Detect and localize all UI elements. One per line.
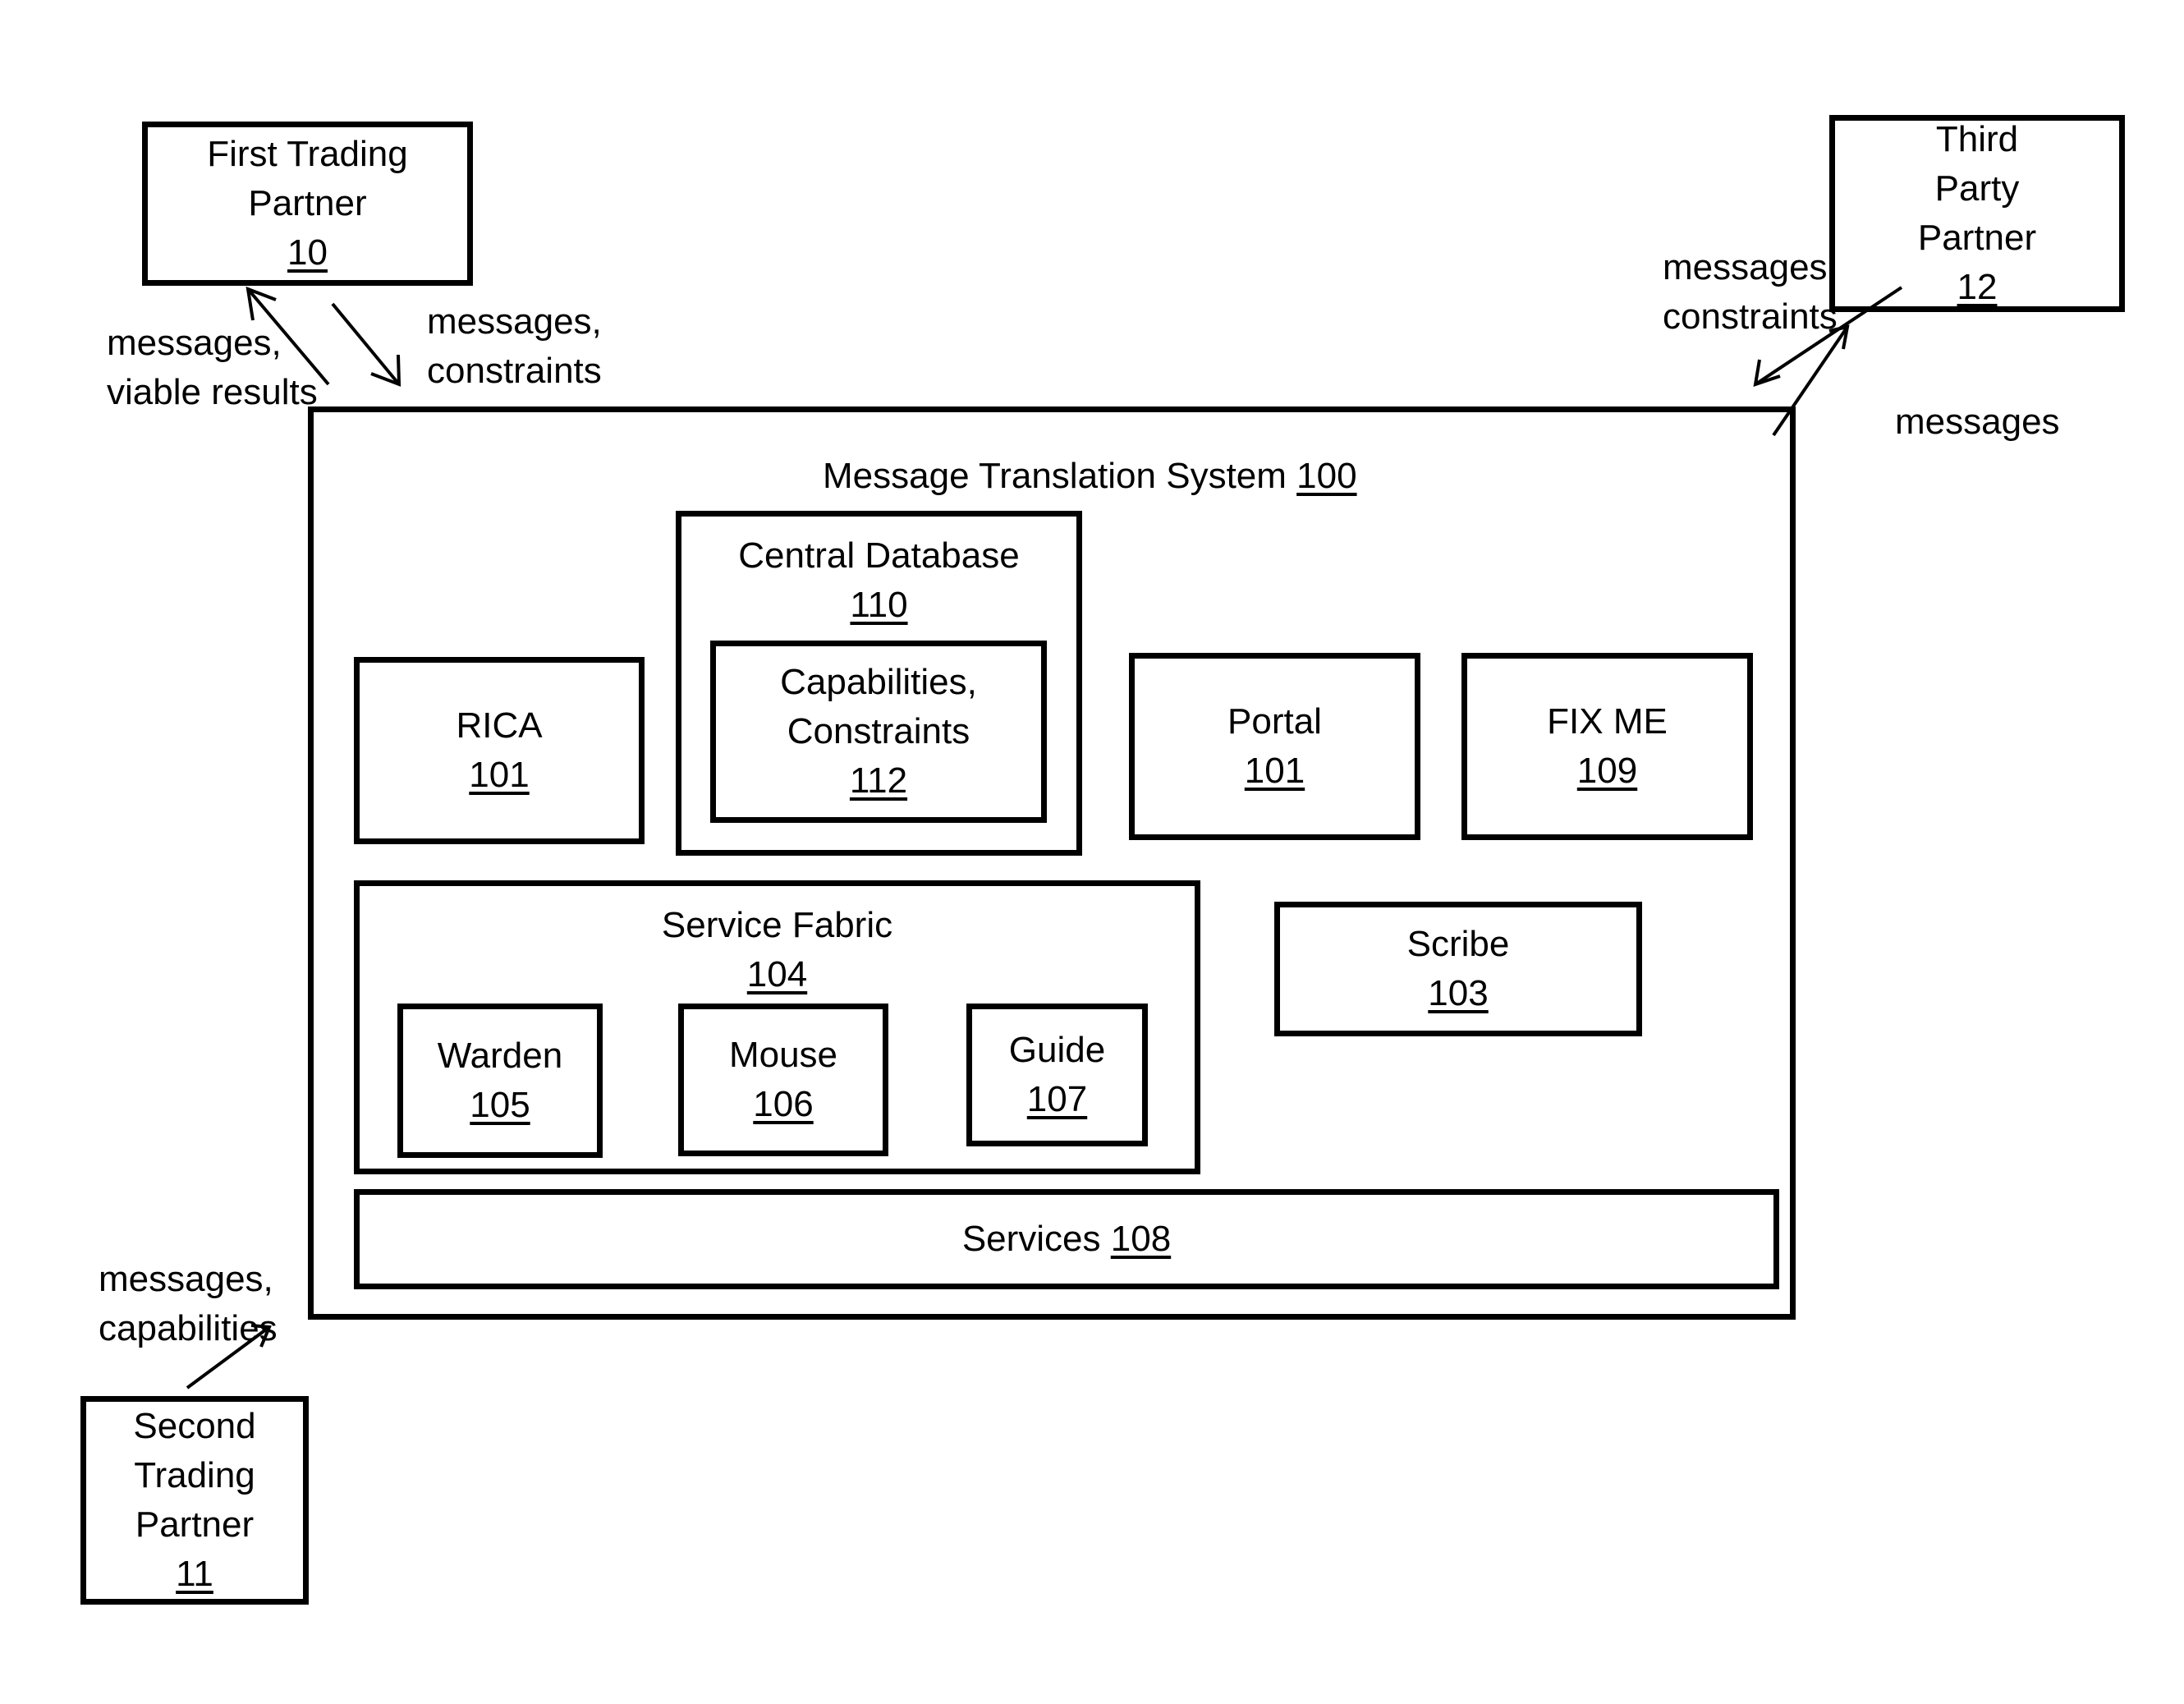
scribe-label: Scribe — [1406, 924, 1510, 964]
flow-label-line: constraints — [1663, 296, 1838, 337]
second-trading-partner-label-line2: Trading — [134, 1455, 255, 1495]
system-title-text: Message Translation System — [823, 456, 1287, 496]
central-database-ref: 110 — [850, 585, 908, 625]
fix-me-ref: 109 — [1576, 751, 1638, 791]
mouse-box[interactable]: Mouse 106 — [678, 1004, 888, 1156]
service-fabric-ref: 104 — [746, 954, 808, 994]
flow-label-line: viable results — [107, 372, 318, 412]
capabilities-constraints-ref: 112 — [849, 760, 908, 801]
second-trading-partner-ref: 11 — [176, 1554, 213, 1594]
rica-label: RICA — [456, 705, 543, 746]
services-label-row: Services 108 — [962, 1215, 1171, 1264]
rica-box[interactable]: RICA 101 — [354, 657, 645, 844]
fix-me-box[interactable]: FIX ME 109 — [1461, 653, 1753, 840]
flow-label-line: messages, — [107, 323, 282, 363]
fix-me-label: FIX ME — [1547, 701, 1668, 742]
capabilities-constraints-label-line2: Constraints — [787, 711, 970, 751]
flow-label-line: messages, — [427, 301, 602, 342]
services-box[interactable]: Services 108 — [354, 1189, 1779, 1289]
first-trading-partner-box[interactable]: First Trading Partner 10 — [142, 122, 473, 286]
flow-label-system-to-third: messages — [1895, 397, 2060, 447]
flow-label-third-to-system: messages, constraints — [1663, 243, 1838, 342]
flow-label-system-to-first: messages, viable results — [107, 319, 318, 417]
first-trading-partner-label-line1: First Trading — [207, 134, 408, 174]
mouse-label: Mouse — [728, 1035, 838, 1075]
third-party-partner-label-line3: Partner — [1917, 218, 2037, 258]
portal-box[interactable]: Portal 101 — [1129, 653, 1420, 840]
scribe-ref: 103 — [1428, 973, 1489, 1013]
third-party-partner-box[interactable]: Third Party Partner 12 — [1829, 115, 2125, 312]
message-translation-system-title: Message Translation System 100 — [823, 452, 1357, 501]
portal-ref: 101 — [1244, 751, 1305, 791]
arrow-first-partner-to-system — [331, 302, 401, 386]
warden-ref: 105 — [470, 1085, 530, 1125]
guide-box[interactable]: Guide 107 — [966, 1004, 1148, 1146]
capabilities-constraints-label-line1: Capabilities, — [780, 662, 977, 702]
flow-label-line: messages — [1895, 402, 2060, 442]
second-trading-partner-label-line3: Partner — [135, 1504, 255, 1545]
first-trading-partner-label-line2: Partner — [248, 183, 367, 223]
rica-ref: 101 — [469, 755, 530, 795]
flow-label-second-to-system: messages, capabilities — [99, 1255, 278, 1353]
second-trading-partner-box[interactable]: Second Trading Partner 11 — [80, 1396, 309, 1605]
warden-box[interactable]: Warden 105 — [397, 1004, 603, 1158]
capabilities-constraints-box[interactable]: Capabilities, Constraints 112 — [710, 641, 1047, 823]
scribe-box[interactable]: Scribe 103 — [1274, 902, 1642, 1036]
first-trading-partner-ref: 10 — [287, 232, 328, 273]
portal-label: Portal — [1227, 701, 1322, 742]
mouse-ref: 106 — [753, 1084, 814, 1124]
third-party-partner-label-line2: Party — [1934, 168, 2020, 209]
services-ref: 108 — [1110, 1219, 1172, 1259]
third-party-partner-ref: 12 — [1957, 267, 1998, 307]
third-party-partner-label-line1: Third — [1935, 119, 2019, 159]
second-trading-partner-label-line1: Second — [133, 1406, 256, 1446]
warden-label: Warden — [437, 1036, 563, 1076]
flow-label-line: constraints — [427, 351, 602, 391]
service-fabric-label: Service Fabric — [661, 905, 893, 945]
guide-ref: 107 — [1026, 1079, 1088, 1119]
flow-label-line: messages, — [99, 1259, 273, 1299]
central-database-label: Central Database — [738, 535, 1020, 576]
flow-label-line: messages, — [1663, 247, 1838, 287]
system-ref: 100 — [1296, 456, 1357, 496]
flow-label-line: capabilities — [99, 1308, 278, 1348]
flow-label-first-to-system: messages, constraints — [427, 297, 602, 396]
services-label: Services — [961, 1219, 1101, 1259]
guide-label: Guide — [1008, 1030, 1106, 1070]
